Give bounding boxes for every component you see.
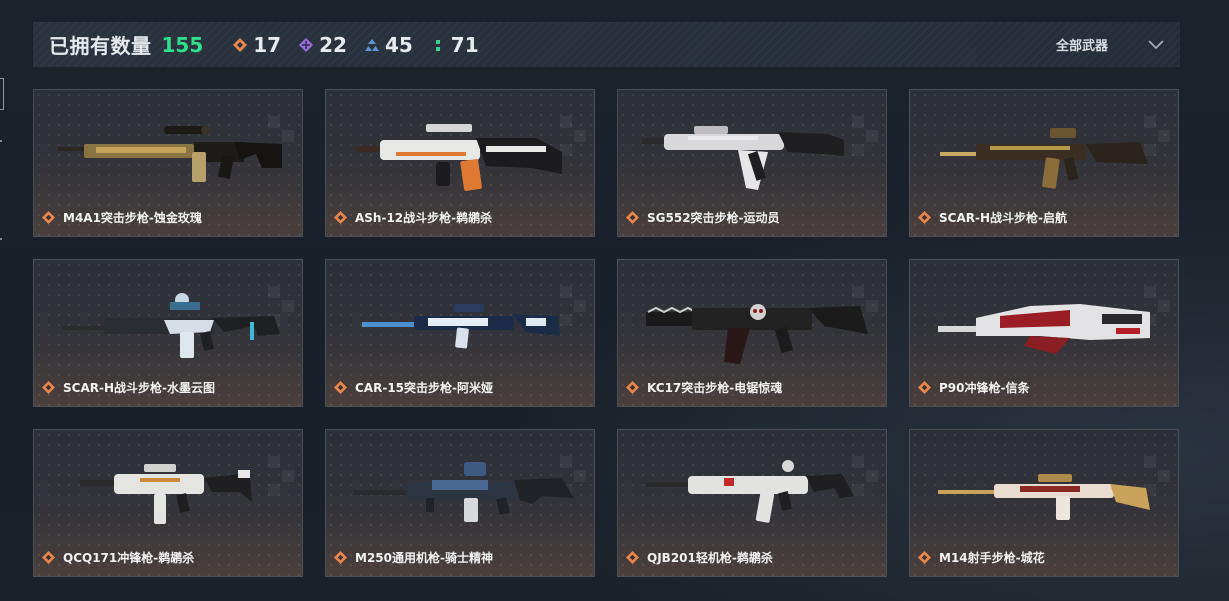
stat-purple-rarity: 22 [299,33,347,57]
green-dots-icon [431,38,445,52]
weapon-card[interactable]: QCQ171冲锋枪-鹈鹕杀 [33,429,303,577]
weapon-image-m4a1 [58,125,282,182]
weapon-grid: M4A1突击步枪-蚀金玫瑰 ASh-12战斗步枪-鹈鹕杀 SG552突击步枪-运… [33,89,1179,577]
orange-diamond-icon [334,381,347,394]
side-dot-decoration [0,140,2,142]
weapon-image-qcq171 [80,464,252,524]
weapon-image-ash12 [356,124,562,191]
orange-diamond-icon [334,551,347,564]
weapon-card[interactable]: M14射手步枪-城花 [909,429,1179,577]
weapon-card-footer: M250通用机枪-骑士精神 [334,549,493,566]
weapon-name: CAR-15突击步枪-阿米娅 [355,381,493,395]
weapon-name: M250通用机枪-骑士精神 [355,551,493,565]
weapon-name: SCAR-H战斗步枪-启航 [939,211,1067,225]
orange-diamond-icon [918,211,931,224]
weapon-card[interactable]: M250通用机枪-骑士精神 [325,429,595,577]
weapon-card-footer: CAR-15突击步枪-阿米娅 [334,379,493,396]
weapon-name: P90冲锋枪-信条 [939,381,1030,395]
orange-diamond-icon [626,211,639,224]
weapon-name: KC17突击步枪-电锯惊魂 [647,381,783,395]
weapon-card[interactable]: SCAR-H战斗步枪-启航 [909,89,1179,237]
weapon-image-m250 [354,462,574,522]
weapon-card[interactable]: ASh-12战斗步枪-鹈鹕杀 [325,89,595,237]
weapon-image-kc17 [646,304,868,364]
stat-blue-count: 45 [384,32,413,57]
weapon-card-footer: P90冲锋枪-信条 [918,379,1029,396]
weapon-image-scarh-ink [62,293,280,358]
weapon-card[interactable]: CAR-15突击步枪-阿米娅 [325,259,595,407]
weapon-image-sg552 [642,126,844,190]
weapon-card-footer: M4A1突击步枪-蚀金玫瑰 [42,209,202,226]
stat-orange-count: 17 [253,32,282,57]
stat-orange-rarity: 17 [233,33,281,57]
weapon-image-qjb201 [646,460,854,523]
weapon-card-footer: SCAR-H战斗步枪-启航 [918,209,1067,226]
weapon-card[interactable]: KC17突击步枪-电锯惊魂 [617,259,887,407]
chevron-down-icon [1148,35,1164,54]
orange-diamond-icon [626,551,639,564]
collection-header: 已拥有数量 155 17 22 45 71 全部武器 [33,22,1180,67]
orange-diamond-icon [42,551,55,564]
orange-diamond-icon [334,211,347,224]
orange-diamond-icon [42,211,55,224]
blue-triangle-icon [364,38,379,52]
weapon-name: SG552突击步枪-运动员 [647,211,780,225]
weapon-card-footer: SCAR-H战斗步枪-水墨云图 [42,379,215,396]
weapon-image-m14 [938,474,1150,520]
weapon-name: QJB201轻机枪-鹈鹕杀 [647,551,773,565]
side-dot-decoration [0,238,2,240]
weapon-card-footer: SG552突击步枪-运动员 [626,209,780,226]
orange-diamond-icon [42,381,55,394]
weapon-name: M4A1突击步枪-蚀金玫瑰 [63,211,202,225]
weapon-image-car15 [362,304,560,349]
orange-diamond-icon [233,37,248,52]
side-bracket-decoration [0,78,4,110]
weapon-name: ASh-12战斗步枪-鹈鹕杀 [355,211,493,225]
weapon-filter-dropdown[interactable]: 全部武器 [1056,22,1164,67]
weapon-image-p90 [938,304,1150,354]
weapon-card-footer: M14射手步枪-城花 [918,549,1045,566]
stat-green-count: 71 [450,32,479,57]
orange-diamond-icon [626,381,639,394]
weapon-collection-page: 已拥有数量 155 17 22 45 71 全部武器 M4A1突击步枪-蚀金玫瑰… [0,0,1229,601]
weapon-card-footer: KC17突击步枪-电锯惊魂 [626,379,782,396]
weapon-card-footer: QCQ171冲锋枪-鹈鹕杀 [42,549,194,566]
weapon-card-footer: ASh-12战斗步枪-鹈鹕杀 [334,209,492,226]
orange-diamond-icon [918,551,931,564]
stat-blue-rarity: 45 [364,32,413,57]
weapon-name: SCAR-H战斗步枪-水墨云图 [63,381,215,395]
owned-count-label: 已拥有数量 [49,34,152,58]
stat-purple-count: 22 [319,32,347,57]
weapon-card[interactable]: M4A1突击步枪-蚀金玫瑰 [33,89,303,237]
weapon-card[interactable]: P90冲锋枪-信条 [909,259,1179,407]
orange-diamond-icon [918,381,931,394]
purple-diamond-icon [299,37,314,52]
stat-green-rarity: 71 [431,33,479,57]
owned-count-value: 155 [161,32,204,57]
weapon-name: QCQ171冲锋枪-鹈鹕杀 [63,551,195,565]
weapon-name: M14射手步枪-城花 [939,551,1045,565]
weapon-card[interactable]: QJB201轻机枪-鹈鹕杀 [617,429,887,577]
weapon-card[interactable]: SG552突击步枪-运动员 [617,89,887,237]
weapon-image-scarh-launch [940,128,1148,189]
weapon-card[interactable]: SCAR-H战斗步枪-水墨云图 [33,259,303,407]
weapon-filter-label: 全部武器 [1055,39,1108,54]
weapon-card-footer: QJB201轻机枪-鹈鹕杀 [626,549,773,566]
